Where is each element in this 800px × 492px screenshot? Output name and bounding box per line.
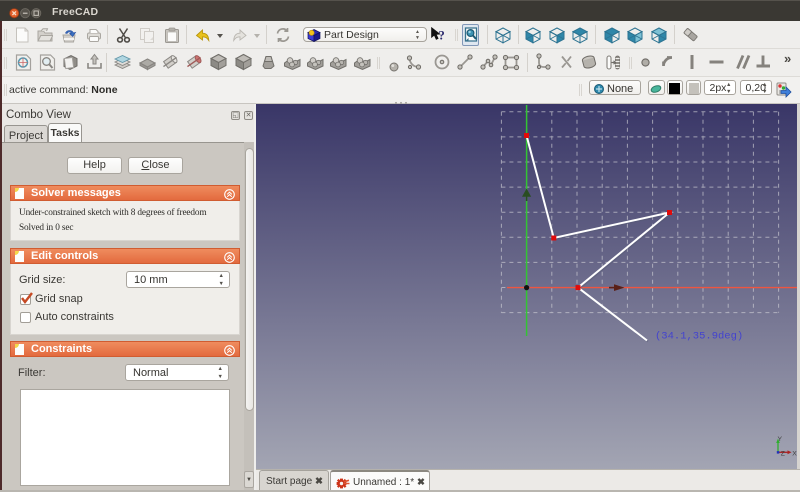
svg-text:(34.1,35.9deg): (34.1,35.9deg): [655, 331, 743, 343]
svg-text:?: ?: [439, 29, 445, 43]
svg-text:Z: Z: [781, 450, 785, 457]
svg-text:Y: Y: [778, 436, 783, 443]
